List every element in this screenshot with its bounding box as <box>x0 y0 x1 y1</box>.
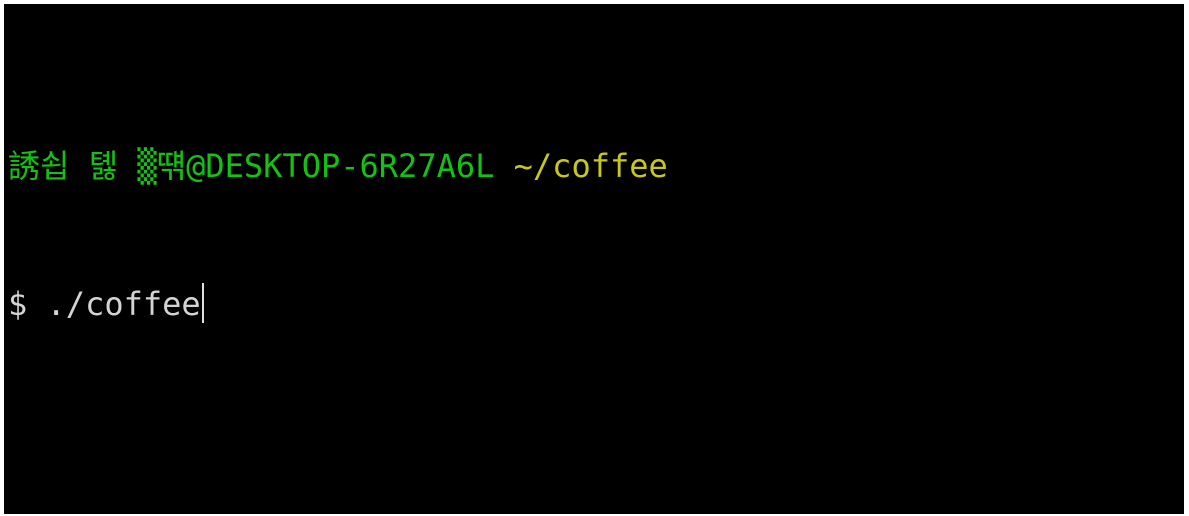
terminal-content: 誘쇱 톓 ▒떆@DESKTOP-6R27A6L ~/coffee $ ./cof… <box>8 51 668 419</box>
text-cursor <box>201 283 204 323</box>
prompt-line: 誘쇱 톓 ▒떆@DESKTOP-6R27A6L ~/coffee <box>8 143 668 189</box>
command-line[interactable]: $ ./coffee <box>8 281 668 327</box>
prompt-sign: $ <box>8 285 28 323</box>
terminal-window[interactable]: 誘쇱 톓 ▒떆@DESKTOP-6R27A6L ~/coffee $ ./cof… <box>4 4 1184 514</box>
prompt-path: ~/coffee <box>513 147 668 185</box>
prompt-host: @DESKTOP-6R27A6L <box>186 147 495 185</box>
command-input[interactable]: ./coffee <box>47 285 201 323</box>
prompt-user: 誘쇱 톓 ▒떆 <box>8 147 187 185</box>
